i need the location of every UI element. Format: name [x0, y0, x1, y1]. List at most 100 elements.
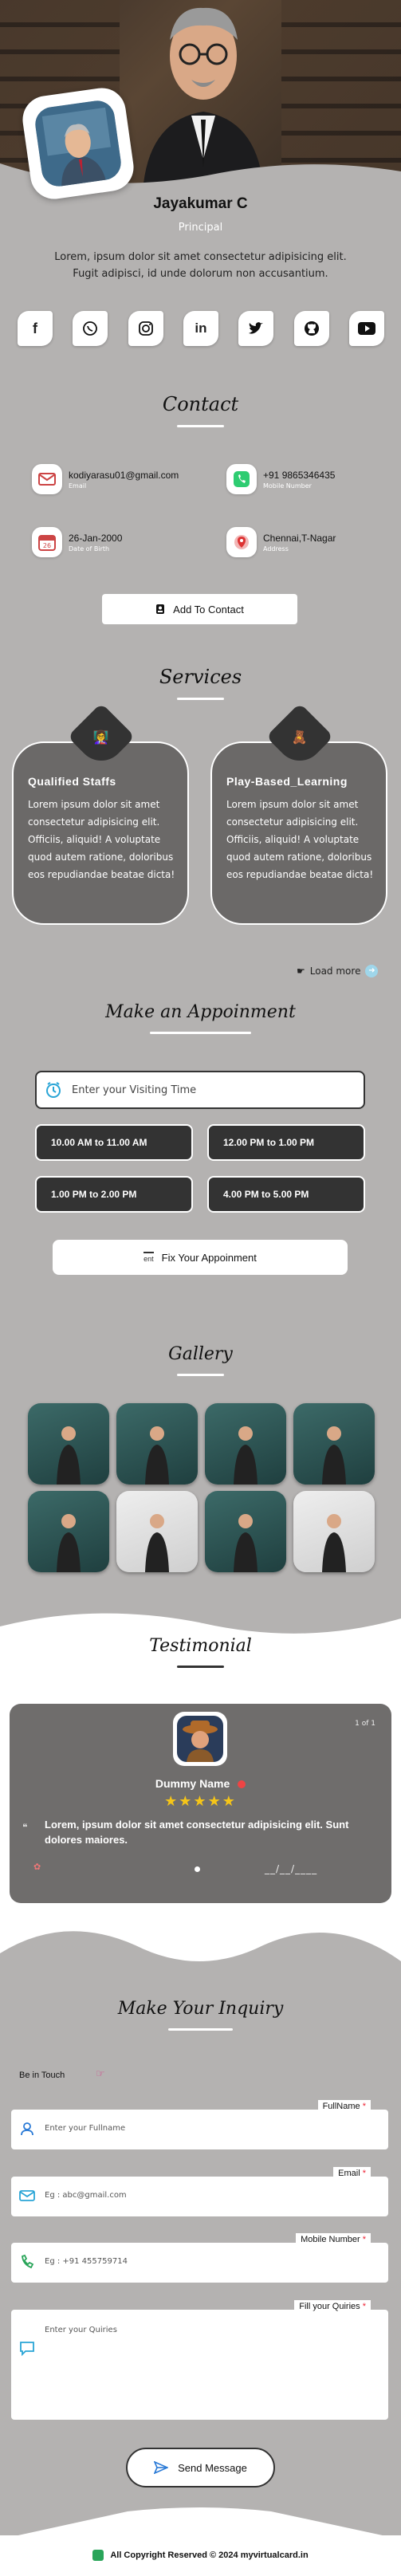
- service-title: Qualified Staffs: [28, 775, 116, 788]
- mobile-label: Mobile Number: [263, 482, 312, 490]
- linkedin-icon[interactable]: in: [183, 311, 218, 346]
- testimonial-counter: 1 of 1: [355, 1720, 375, 1728]
- svg-text:26: 26: [43, 542, 51, 549]
- gallery-image[interactable]: [205, 1403, 286, 1485]
- address-label: Address: [263, 545, 289, 553]
- contact-mobile[interactable]: +91 9865346435 Mobile Number: [226, 464, 335, 494]
- contact-address[interactable]: Chennai,T-Nagar Address: [226, 527, 336, 557]
- reviewer-badge-icon: ✿: [33, 1862, 41, 1872]
- testimonial-date: __/__/____: [265, 1863, 318, 1874]
- contact-dob: 26 26-Jan-2000 Date of Birth: [32, 527, 122, 557]
- address-value: Chennai,T-Nagar: [263, 532, 336, 544]
- footer-wave: [0, 2507, 401, 2539]
- instagram-icon[interactable]: [128, 311, 163, 346]
- profile-avatar: [33, 98, 124, 189]
- email-field-label: Email *: [333, 2167, 371, 2180]
- appointment-title: Make an Appoinment: [105, 1002, 296, 1022]
- calendar-icon: 26: [32, 527, 62, 557]
- arrow-right-icon: ➜: [365, 965, 379, 977]
- service-text: Lorem ipsum dolor sit amet consectetur a…: [28, 799, 175, 880]
- contact-card-icon: [156, 604, 165, 614]
- gallery-title: Gallery: [168, 1344, 233, 1364]
- rating-stars: ★★★★★: [164, 1793, 237, 1810]
- reviewer-name: Dummy Name: [155, 1777, 230, 1790]
- time-slot-button[interactable]: 1.00 PM to 2.00 PM: [35, 1176, 193, 1213]
- staff-icon: 👩‍🏫: [67, 702, 136, 771]
- add-to-contact-label: Add To Contact: [173, 603, 244, 615]
- gallery-image[interactable]: [28, 1403, 109, 1485]
- add-to-contact-button[interactable]: Add To Contact: [102, 594, 297, 624]
- mobile-field[interactable]: Mobile Number * Eg : +91 455759714: [11, 2233, 388, 2283]
- user-icon: [21, 2122, 33, 2136]
- gallery-image[interactable]: [293, 1491, 375, 1572]
- fullname-label: FullName *: [317, 2100, 371, 2113]
- profile-role: Principal: [178, 222, 223, 234]
- footer: All Copyright Reserved © 2024 myvirtualc…: [0, 2535, 401, 2576]
- queries-field[interactable]: Fill your Quiries * Enter your Quiries: [11, 2300, 388, 2420]
- github-icon[interactable]: [293, 311, 329, 346]
- service-card: 🧸 Play-Based_Learning Lorem ipsum dolor …: [210, 702, 387, 925]
- gallery-image[interactable]: [116, 1403, 198, 1485]
- clock-icon: [46, 1082, 61, 1098]
- reviewer-avatar: [173, 1712, 227, 1766]
- fullname-placeholder: Enter your Fullname: [45, 2124, 126, 2133]
- profile-name: Jayakumar C: [153, 195, 248, 212]
- queries-field-label: Fill your Quiries *: [294, 2300, 371, 2313]
- copyright-text: All Copyright Reserved © 2024 myvirtualc…: [110, 2550, 309, 2560]
- load-more-label: Load more: [309, 966, 361, 977]
- inquiry-title: Make Your Inquiry: [117, 1999, 284, 2019]
- load-more-link[interactable]: ☛ Load more ➜: [297, 965, 379, 977]
- mail-icon: [32, 464, 62, 494]
- dob-value: 26-Jan-2000: [69, 532, 123, 544]
- dob-label: Date of Birth: [69, 545, 110, 553]
- contact-title-underline: [177, 425, 224, 427]
- play-learning-icon: 🧸: [265, 702, 334, 771]
- gallery-image[interactable]: [293, 1403, 375, 1485]
- mobile-placeholder: Eg : +91 455759714: [45, 2257, 128, 2266]
- twitter-icon[interactable]: [238, 311, 274, 346]
- fullname-field[interactable]: FullName * Enter your Fullname: [11, 2100, 388, 2149]
- fix-appointment-button[interactable]: ent Fix Your Appoinment: [53, 1240, 348, 1275]
- service-card: 👩‍🏫 Qualified Staffs Lorem ipsum dolor s…: [12, 702, 189, 925]
- email-label: Email: [69, 482, 87, 490]
- hand-wave-icon: ☞: [96, 2068, 105, 2080]
- time-slot-button[interactable]: 4.00 PM to 5.00 PM: [207, 1176, 365, 1213]
- gallery-image[interactable]: [205, 1491, 286, 1572]
- broken-image-icon: ent: [143, 1252, 154, 1263]
- inquiry-title-underline: [168, 2028, 233, 2031]
- time-slot-button[interactable]: 10.00 AM to 11.00 AM: [35, 1124, 193, 1161]
- time-slot-button[interactable]: 12.00 PM to 1.00 PM: [207, 1124, 365, 1161]
- gallery-title-underline: [177, 1374, 224, 1376]
- service-title: Play-Based_Learning: [226, 775, 348, 788]
- email-placeholder: Eg : abc@gmail.com: [45, 2191, 127, 2200]
- email-field[interactable]: Email * Eg : abc@gmail.com: [11, 2167, 388, 2216]
- location-icon: [226, 527, 257, 557]
- gallery-image[interactable]: [116, 1491, 198, 1572]
- contact-email[interactable]: kodiyarasu01@gmail.com Email: [32, 464, 179, 494]
- contact-title: Contact: [162, 393, 239, 415]
- carousel-dot[interactable]: [195, 1866, 200, 1872]
- copyright-icon: [92, 2550, 104, 2561]
- visiting-time-input[interactable]: Enter your Visiting Time: [35, 1071, 365, 1109]
- youtube-icon[interactable]: [348, 311, 384, 346]
- envelope-icon: [19, 2190, 35, 2201]
- send-message-label: Send Message: [178, 2461, 247, 2474]
- gallery-image[interactable]: [28, 1491, 109, 1572]
- phone-call-icon: [22, 2254, 34, 2269]
- profile-avatar-frame: [19, 85, 137, 203]
- services-title: Services: [159, 666, 242, 688]
- testimonial-text: Lorem, ipsum dolor sit amet consectetur …: [45, 1819, 349, 1846]
- quote-icon: ❝: [22, 1822, 28, 1833]
- profile-bio: Lorem, ipsum dolor sit amet consectetur …: [54, 251, 347, 280]
- visiting-time-placeholder: Enter your Visiting Time: [72, 1083, 197, 1096]
- service-text: Lorem ipsum dolor sit amet consectetur a…: [226, 799, 374, 880]
- facebook-icon[interactable]: f: [18, 311, 53, 346]
- page: Jayakumar C Principal Lorem, ipsum dolor…: [0, 0, 401, 2576]
- send-message-button[interactable]: Send Message: [126, 2448, 275, 2488]
- verified-dot-icon: [238, 1780, 246, 1789]
- whatsapp-icon[interactable]: [73, 311, 108, 346]
- mobile-value: +91 9865346435: [263, 469, 336, 481]
- send-icon: [154, 2461, 169, 2474]
- chat-icon: [20, 2342, 34, 2356]
- testimonial-title-underline: [177, 1666, 224, 1668]
